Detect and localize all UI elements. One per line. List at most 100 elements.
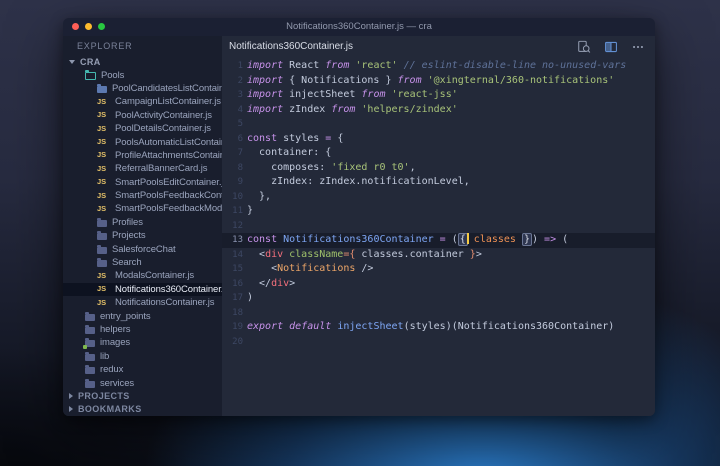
tree-item-notificationscontainer-js[interactable]: JS NotificationsContainer.js xyxy=(63,296,222,309)
tree-item-images[interactable]: images xyxy=(63,336,222,350)
code-line-8[interactable]: 8 composes: 'fixed r0 t0', xyxy=(222,161,655,176)
folder-icon xyxy=(85,365,95,375)
tab-bar: Notifications360Container.js xyxy=(222,36,655,57)
line-content: zIndex: zIndex.notificationLevel, xyxy=(247,176,470,187)
tree-item-pooldetailscontainer-js[interactable]: JS PoolDetailsContainer.js xyxy=(63,122,222,135)
tree-item-modalscontainer-js[interactable]: JS ModalsContainer.js xyxy=(63,269,222,282)
js-icon: JS xyxy=(97,137,107,147)
tree-item-label: ModalsContainer.js xyxy=(115,270,194,282)
zoom-button[interactable] xyxy=(98,23,105,30)
tab-notifications360container[interactable]: Notifications360Container.js xyxy=(222,41,363,52)
code-line-16[interactable]: 16 </div> xyxy=(222,277,655,292)
tree-item-label: PoolActivityContainer.js xyxy=(115,109,212,121)
tree-item-label: entry_points xyxy=(100,310,151,322)
js-icon: JS xyxy=(97,150,107,160)
more-actions-icon[interactable] xyxy=(630,39,645,54)
js-icon: JS xyxy=(97,190,107,200)
line-content: const styles = { xyxy=(247,132,344,144)
code-line-15[interactable]: 15 <Notifications /> xyxy=(222,262,655,277)
window-body: EXPLORER CRA Pools PoolCandidatesListConta… xyxy=(63,36,655,416)
line-number: 14 xyxy=(232,249,243,260)
editor-actions xyxy=(576,39,655,54)
line-content: ) xyxy=(247,292,254,303)
tree-item-label: services xyxy=(100,377,135,389)
tree-item-helpers[interactable]: helpers xyxy=(63,323,222,336)
chevron-right-icon xyxy=(69,406,73,413)
code-area[interactable]: 1 import React from 'react' // eslint-dis… xyxy=(222,57,655,416)
section-bookmarks[interactable]: BOOKMARKS xyxy=(63,403,222,416)
tree-item-entry-points[interactable]: entry_points xyxy=(63,309,222,322)
code-line-10[interactable]: 10 }, xyxy=(222,190,655,205)
folder-icon xyxy=(83,338,95,350)
folder-icon xyxy=(85,325,95,334)
tree-item-poolsautomaticlistcontain[interactable]: JS PoolsAutomaticListContain... xyxy=(63,135,222,148)
code-line-12[interactable]: 12 xyxy=(222,219,655,234)
line-number: 11 xyxy=(232,206,243,216)
code-line-20[interactable]: 20 xyxy=(222,335,655,350)
tree-item-services[interactable]: services xyxy=(63,376,222,389)
split-editor-icon[interactable] xyxy=(603,39,618,54)
folder-icon xyxy=(97,258,107,268)
tree-item-search[interactable]: Search xyxy=(63,256,222,269)
tree-item-campaignlistcontainer-js[interactable]: JS CampaignListContainer.js xyxy=(63,95,222,108)
tree-item-profileattachmentscontain[interactable]: JS ProfileAttachmentsContain... xyxy=(63,149,222,162)
close-button[interactable] xyxy=(72,23,79,30)
line-number: 2 xyxy=(237,75,243,86)
tree-item-notifications360container-js[interactable]: JS Notifications360Container.js xyxy=(63,282,222,297)
code-line-19[interactable]: 19 export default injectSheet(styles)(Not… xyxy=(222,320,655,335)
tree-item-salesforcechat[interactable]: SalesforceChat xyxy=(63,242,222,255)
code-line-9[interactable]: 9 zIndex: zIndex.notificationLevel, xyxy=(222,175,655,190)
code-line-3[interactable]: 3 import injectSheet from 'react-jss' xyxy=(222,88,655,103)
code-line-11[interactable]: 11} xyxy=(222,204,655,219)
tree-item-poolcandidateslistcontain[interactable]: PoolCandidatesListContain... xyxy=(63,82,222,95)
window-title: Notifications360Container.js — cra xyxy=(286,21,432,32)
folder-icon xyxy=(97,217,107,227)
tree-item-poolactivitycontainer-js[interactable]: JS PoolActivityContainer.js xyxy=(63,109,222,122)
code-line-4[interactable]: 4 import zIndex from 'helpers/zindex' xyxy=(222,103,655,118)
code-line-18[interactable]: 18 xyxy=(222,306,655,321)
code-line-1[interactable]: 1 import React from 'react' // eslint-dis… xyxy=(222,59,655,74)
tree-item-smartpoolsfeedbackmoda[interactable]: JS SmartPoolsFeedbackModa... xyxy=(63,202,222,215)
tree-item-label: Search xyxy=(112,257,142,269)
line-number: 1 xyxy=(237,61,243,71)
code-line-7[interactable]: 7 container: { xyxy=(222,146,655,161)
folder-sub-icon xyxy=(97,83,107,93)
line-content: import React from 'react' // eslint-disa… xyxy=(247,60,627,71)
js-icon: JS xyxy=(97,123,107,133)
tree-item-smartpoolsfeedbackconta[interactable]: JS SmartPoolsFeedbackConta... xyxy=(63,189,222,202)
tree-item-referralbannercard-js[interactable]: JS ReferralBannerCard.js xyxy=(63,162,222,175)
tree-item-label: PoolDetailsContainer.js xyxy=(115,123,211,135)
folder-icon xyxy=(85,378,95,388)
tree-item-label: NotificationsContainer.js xyxy=(115,297,215,309)
line-number: 19 xyxy=(232,322,243,332)
line-content: </div> xyxy=(247,277,296,289)
window-titlebar[interactable]: Notifications360Container.js — cra xyxy=(63,18,655,36)
code-line-2[interactable]: 2 import { Notifications } from '@xingter… xyxy=(222,74,655,89)
tree-item-cra[interactable]: CRA xyxy=(63,55,222,68)
open-preview-icon[interactable] xyxy=(576,39,591,54)
section-projects[interactable]: PROJECTS xyxy=(63,390,222,403)
minimize-button[interactable] xyxy=(85,23,92,30)
line-content: } xyxy=(247,205,254,216)
tree-item-label: Projects xyxy=(112,230,146,242)
js-icon: JS xyxy=(97,96,107,106)
code-line-13[interactable]: 13 const Notifications360Container = ({ c… xyxy=(222,233,655,248)
folder-icon xyxy=(97,244,107,254)
line-number: 4 xyxy=(237,104,243,115)
code-line-6[interactable]: 6 const styles = { xyxy=(222,132,655,147)
tree-item-profiles[interactable]: Profiles xyxy=(63,216,222,229)
code-line-5[interactable]: 5 xyxy=(222,117,655,132)
folder-open-icon xyxy=(85,70,96,81)
tree-item-label: ReferralBannerCard.js xyxy=(115,163,208,175)
tree-item-redux[interactable]: redux xyxy=(63,363,222,376)
tree-item-label: lib xyxy=(100,350,110,362)
code-line-14[interactable]: 14 <div className={ classes.container }> xyxy=(222,248,655,263)
tree-item-projects[interactable]: Projects xyxy=(63,229,222,242)
line-content: const Notifications360Container = ({ cla… xyxy=(247,233,569,246)
code-line-17[interactable]: 17) xyxy=(222,291,655,306)
tree-item-label: SmartPoolsFeedbackModa... xyxy=(115,203,222,215)
line-number: 8 xyxy=(237,162,243,173)
tree-item-pools[interactable]: Pools xyxy=(63,68,222,81)
tree-item-lib[interactable]: lib xyxy=(63,350,222,363)
tree-item-smartpoolseditcontainer-js[interactable]: JS SmartPoolsEditContainer.js xyxy=(63,176,222,189)
